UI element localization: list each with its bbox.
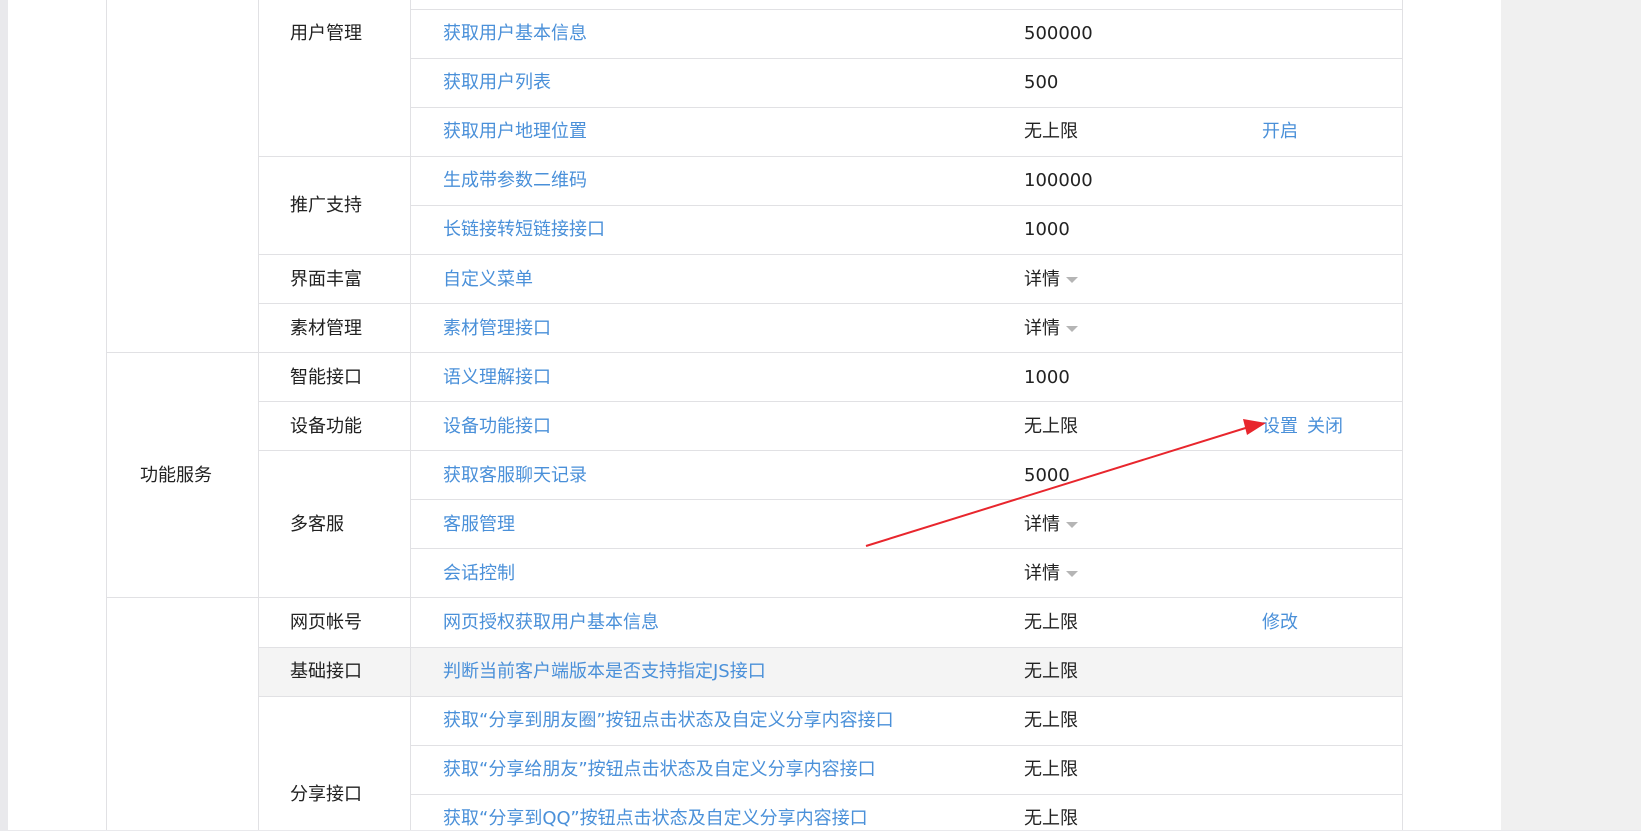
quota-value: 无上限	[1024, 759, 1078, 780]
quota-value: 无上限	[1024, 612, 1078, 633]
caret-down-icon	[1066, 326, 1078, 332]
quota-value: 无上限	[1024, 121, 1078, 142]
quota-details-dropdown[interactable]: 详情	[1024, 562, 1078, 586]
category-basic: 基础接口	[290, 661, 362, 682]
quota-value: 无上限	[1024, 416, 1078, 437]
device-close-link[interactable]: 关闭	[1307, 415, 1343, 439]
api-link[interactable]: 获取客服聊天记录	[443, 464, 587, 488]
api-link[interactable]: 获取“分享到朋友圈”按钮点击状态及自定义分享内容接口	[443, 709, 894, 733]
api-link[interactable]: 获取“分享到QQ”按钮点击状态及自定义分享内容接口	[443, 807, 868, 831]
quota-value: 无上限	[1024, 808, 1078, 829]
api-link[interactable]: 素材管理接口	[443, 317, 551, 341]
quota-details-dropdown[interactable]: 详情	[1024, 268, 1078, 292]
details-label: 详情	[1024, 318, 1060, 339]
quota-value: 5000	[1024, 465, 1070, 486]
caret-down-icon	[1066, 571, 1078, 577]
api-link[interactable]: 判断当前客户端版本是否支持指定JS接口	[443, 660, 766, 684]
quota-value: 500	[1024, 72, 1059, 93]
api-link[interactable]: 获取用户地理位置	[443, 120, 587, 144]
api-link[interactable]: 会话控制	[443, 562, 515, 586]
enable-location-link[interactable]: 开启	[1262, 120, 1298, 144]
row-highlight-basic	[258, 647, 1403, 696]
details-label: 详情	[1024, 563, 1060, 584]
api-link[interactable]: 生成带参数二维码	[443, 169, 587, 193]
api-link[interactable]: 自定义菜单	[443, 268, 533, 292]
api-link[interactable]: 获取用户列表	[443, 71, 551, 95]
quota-value: 100000	[1024, 170, 1093, 191]
api-link[interactable]: 语义理解接口	[443, 366, 551, 390]
category-user-mgmt: 用户管理	[290, 23, 362, 44]
caret-down-icon	[1066, 277, 1078, 283]
quota-value: 1000	[1024, 219, 1070, 240]
category-promo: 推广支持	[290, 195, 362, 216]
quota-value: 500000	[1024, 23, 1093, 44]
quota-value: 1000	[1024, 367, 1070, 388]
right-gutter	[1501, 0, 1641, 830]
category-smart: 智能接口	[290, 367, 362, 388]
quota-details-dropdown[interactable]: 详情	[1024, 513, 1078, 537]
api-link[interactable]: 获取用户基本信息	[443, 22, 587, 46]
quota-value: 无上限	[1024, 661, 1078, 682]
category-web-account: 网页帐号	[290, 612, 362, 633]
api-link[interactable]: 客服管理	[443, 513, 515, 537]
api-link[interactable]: 设备功能接口	[443, 415, 551, 439]
quota-details-dropdown[interactable]: 详情	[1024, 317, 1078, 341]
category-ui-rich: 界面丰富	[290, 269, 362, 290]
api-link[interactable]: 获取“分享给朋友”按钮点击状态及自定义分享内容接口	[443, 758, 876, 782]
quota-value: 无上限	[1024, 710, 1078, 731]
category-multi-cs: 多客服	[290, 514, 344, 535]
device-settings-link[interactable]: 设置	[1262, 415, 1298, 439]
api-link[interactable]: 网页授权获取用户基本信息	[443, 611, 659, 635]
details-label: 详情	[1024, 269, 1060, 290]
caret-down-icon	[1066, 522, 1078, 528]
web-auth-modify-link[interactable]: 修改	[1262, 611, 1298, 635]
details-label: 详情	[1024, 514, 1060, 535]
api-link[interactable]: 长链接转短链接接口	[443, 218, 605, 242]
category-share: 分享接口	[290, 784, 362, 805]
group-func-service: 功能服务	[140, 465, 212, 486]
category-device: 设备功能	[290, 416, 362, 437]
category-material: 素材管理	[290, 318, 362, 339]
